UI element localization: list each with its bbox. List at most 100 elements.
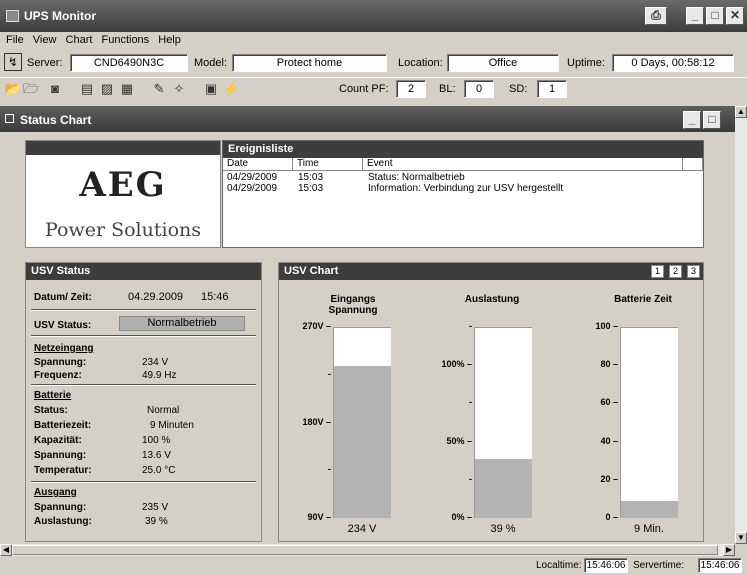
netz-spannung-value: 234 V [142, 357, 169, 368]
plugin-icon[interactable]: ✧ [170, 80, 188, 98]
chart-2-title: Auslastung [464, 294, 520, 305]
scroll-left-button[interactable]: ◀ [0, 544, 12, 556]
chart-2-tick: 0% – [451, 512, 472, 522]
model-field[interactable]: Protect home [232, 54, 387, 72]
menu-file[interactable]: File [6, 32, 24, 48]
aus-spannung-label: Spannung: [34, 502, 87, 513]
chart-3-tick: 100 – [595, 321, 618, 331]
inner-minimize-button[interactable]: _ [683, 111, 701, 129]
separator [31, 384, 256, 386]
maximize-button[interactable]: □ [706, 7, 724, 25]
aus-spannung-value: 235 V [142, 502, 169, 513]
menu-bar: File View Chart Functions Help [0, 32, 747, 49]
auslastung-value: 39 % [145, 516, 168, 527]
chart-3-tick: 20 – [600, 473, 618, 484]
event-row-1-date[interactable]: 04/29/2009 [227, 172, 277, 183]
separator [31, 481, 256, 483]
camera-icon[interactable]: ◙ [46, 80, 64, 98]
menu-help[interactable]: Help [158, 32, 181, 48]
chart-button-3[interactable]: 3 [687, 265, 700, 278]
bl-label: BL: [439, 83, 456, 95]
chart-2-tick: - [469, 473, 472, 484]
bat-spannung-label: Spannung: [34, 450, 87, 461]
col-date[interactable]: Date [223, 158, 293, 171]
usv-status-title: USV Status [26, 263, 261, 280]
menu-view[interactable]: View [33, 32, 57, 48]
chart-2-track [474, 327, 532, 518]
sd-label: SD: [509, 83, 528, 95]
event-row-2-event[interactable]: Information: Verbindung zur USV hergeste… [368, 183, 563, 194]
datetime-label: Datum/ Zeit: [34, 292, 92, 303]
window-icon [5, 114, 14, 123]
usv-status-panel: USV Status Datum/ Zeit: 04.29.2009 15:46… [25, 262, 262, 542]
server-field[interactable]: CND6490N3C [70, 54, 188, 72]
scroll-thumb[interactable] [12, 545, 718, 555]
printer-icon[interactable]: ⎙ [645, 7, 667, 25]
uptime-field[interactable]: 0 Days, 00:58:12 [612, 54, 734, 72]
minimize-button[interactable]: _ [686, 7, 704, 25]
chart-2-tick: - [469, 397, 472, 408]
chart-3-value-label: 9 Min. [634, 523, 664, 535]
separator [31, 309, 256, 311]
event-row-1-event[interactable]: Status: Normalbetrieb [368, 172, 465, 183]
chart-1-tick: 270V – [302, 321, 331, 331]
battery-icon[interactable]: ▣ [202, 80, 220, 98]
event-row-2-time[interactable]: 15:03 [298, 183, 323, 194]
menu-chart[interactable]: Chart [66, 32, 93, 48]
bat-temp-value: 25.0 °C [142, 465, 176, 476]
usv-chart-title: USV Chart [279, 263, 703, 280]
location-field[interactable]: Office [447, 54, 559, 72]
event-row-1-time[interactable]: 15:03 [298, 172, 323, 183]
bat-status-label: Status: [34, 405, 68, 416]
status-bar: Localtime: 15:46:06 Servertime: 15:46:06 [0, 557, 747, 575]
chart-2-tick: 50% – [446, 435, 472, 446]
bat-spannung-value: 13.6 V [142, 450, 171, 461]
tools-icon[interactable]: ✎ [150, 80, 168, 98]
chart-area: Eingangs Spannung 270V – - 180V – - 90V – 234 … [279, 280, 703, 541]
title-bar: UPS Monitor ⎙ _ □ ✕ [0, 0, 747, 32]
scroll-up-button[interactable]: ▲ [735, 106, 747, 118]
inner-maximize-button[interactable]: □ [703, 111, 721, 129]
chart-icon[interactable]: ▦ [118, 80, 136, 98]
status-chart-titlebar: Status Chart _ □ [0, 106, 735, 132]
scroll-down-button[interactable]: ▼ [735, 532, 747, 544]
time-value: 15:46 [201, 291, 229, 303]
event-row-2-date[interactable]: 04/29/2009 [227, 183, 277, 194]
bat-zeit-label: Batteriezeit: [34, 420, 92, 431]
bl-value: 0 [464, 80, 494, 98]
open-file-icon[interactable]: 🗁 [22, 80, 40, 98]
horizontal-scrollbar[interactable]: ◀ ▶ [0, 544, 735, 556]
chart-1-tick: 180V – [302, 416, 331, 427]
bat-status-value: Normal [147, 405, 180, 416]
chart-3-tick: 60 – [600, 397, 618, 408]
open-folder-icon[interactable]: 📂 [4, 80, 22, 98]
col-time[interactable]: Time [293, 158, 363, 171]
count-pf-label: Count PF: [339, 83, 389, 95]
chart-1-tick: - [328, 368, 331, 379]
vertical-scrollbar[interactable]: ▲ ▼ [735, 106, 747, 544]
chart-2-bar [475, 458, 532, 518]
chart-1-title: Eingangs Spannung [328, 294, 378, 316]
server-row: ↯ Server: CND6490N3C Model: Protect home… [0, 50, 747, 76]
chart-1-tick: 90V – [307, 512, 331, 522]
count-pf-value: 2 [396, 80, 426, 98]
batterie-heading: Batterie [34, 390, 72, 401]
chart-1-track [333, 327, 391, 518]
col-event[interactable]: Event [363, 158, 683, 171]
chart-button-2[interactable]: 2 [669, 265, 682, 278]
document-icon[interactable]: ▤ [78, 80, 96, 98]
usv-status-value: Normalbetrieb [119, 316, 245, 331]
chart-2-tick: 100% – [441, 359, 472, 370]
app-window: UPS Monitor ⎙ _ □ ✕ File View Chart Func… [0, 0, 747, 575]
menu-functions[interactable]: Functions [101, 32, 149, 48]
close-button[interactable]: ✕ [726, 7, 744, 25]
scroll-right-button[interactable]: ▶ [723, 544, 735, 556]
chart-button-1[interactable]: 1 [651, 265, 664, 278]
server-select-icon[interactable]: ↯ [4, 53, 22, 71]
image-icon[interactable]: ▨ [98, 80, 116, 98]
ausgang-heading: Ausgang [34, 487, 77, 498]
separator [31, 335, 256, 337]
power-icon[interactable]: ⚡ [222, 80, 240, 98]
app-icon [6, 10, 19, 22]
auslastung-label: Auslastung: [34, 516, 92, 527]
